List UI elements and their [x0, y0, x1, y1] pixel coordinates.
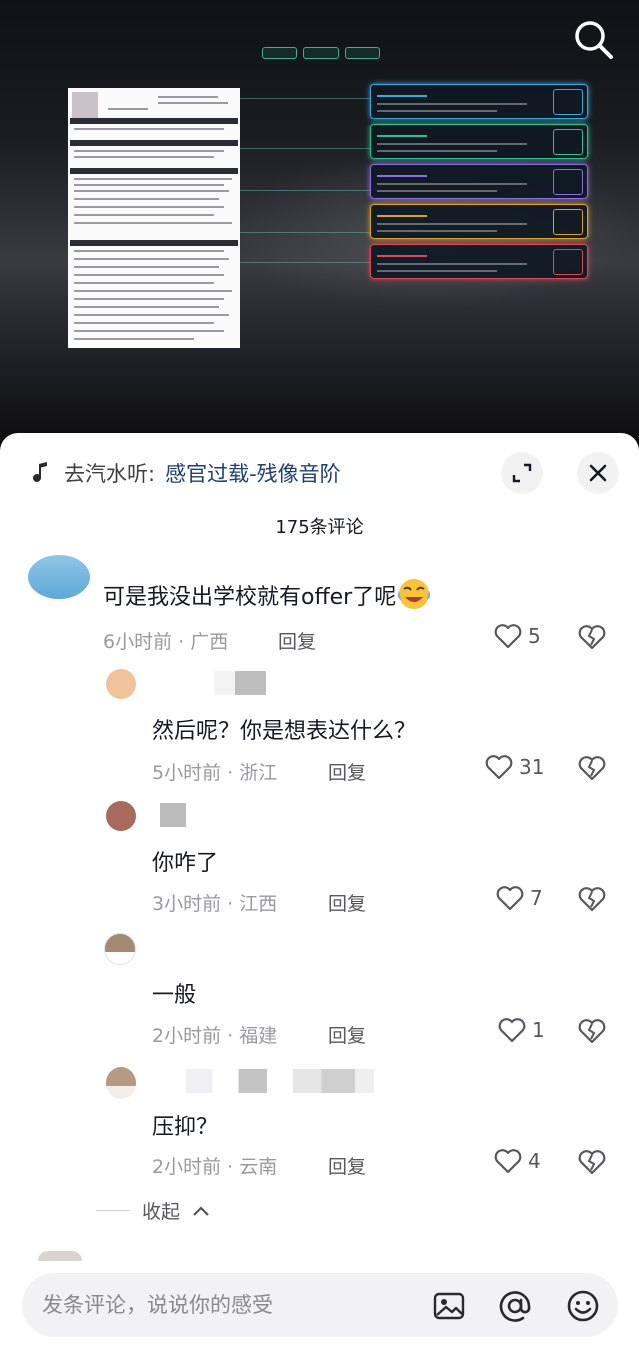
username-blurred[interactable] — [160, 803, 186, 827]
music-song-title[interactable]: 感官过载-残像音阶 — [165, 458, 341, 488]
reply-button[interactable]: 回复 — [328, 1152, 366, 1179]
reply-button[interactable]: 回复 — [328, 1021, 366, 1048]
avatar[interactable] — [28, 555, 90, 599]
heart-icon — [494, 1149, 522, 1174]
like-count: 7 — [530, 886, 543, 910]
reply-button[interactable]: 回复 — [278, 627, 316, 654]
username-blurred[interactable] — [214, 671, 266, 695]
avatar[interactable] — [106, 801, 136, 831]
avatar[interactable] — [38, 1251, 82, 1261]
heart-icon — [494, 624, 522, 649]
comment-text: 可是我没出学校就有offer了呢 — [103, 577, 432, 611]
broken-heart-icon[interactable] — [578, 623, 606, 651]
analysis-card — [370, 204, 588, 239]
analysis-card — [370, 124, 588, 159]
like-count: 4 — [528, 1149, 541, 1173]
like-button[interactable]: 5 — [494, 623, 541, 649]
chevron-up-icon — [193, 1205, 209, 1216]
reply-button[interactable]: 回复 — [328, 889, 366, 916]
mention-icon[interactable] — [498, 1289, 532, 1323]
heart-icon — [496, 886, 524, 911]
avatar[interactable] — [104, 933, 136, 965]
search-icon[interactable] — [570, 16, 616, 62]
heart-icon — [498, 1018, 526, 1043]
analysis-card — [370, 84, 588, 119]
comment-meta: 2小时前 · 福建 — [152, 1025, 278, 1047]
comment-text: 你咋了 — [152, 851, 219, 876]
broken-heart-icon[interactable] — [578, 754, 606, 782]
expand-icon — [512, 463, 532, 483]
like-button[interactable]: 1 — [498, 1017, 545, 1043]
comment-panel: 去汽水听: 感官过载-残像音阶 175条评论 可是我没出学校就有offer了呢 … — [0, 433, 639, 1353]
like-count: 31 — [519, 755, 545, 779]
video-player[interactable] — [0, 0, 639, 450]
avatar[interactable] — [106, 669, 136, 699]
close-icon — [589, 464, 607, 482]
divider — [96, 1210, 130, 1211]
comment-meta: 5小时前 · 浙江 — [152, 762, 278, 784]
music-link[interactable]: 去汽水听: 感官过载-残像音阶 — [30, 459, 341, 487]
username-blurred[interactable] — [186, 1069, 374, 1093]
music-note-icon — [33, 462, 47, 482]
comment-text: 压抑？ — [152, 1115, 219, 1140]
emoji-icon[interactable] — [566, 1289, 600, 1323]
comment-text: 一般 — [152, 983, 197, 1008]
comment-meta: 3小时前 · 江西 — [152, 893, 278, 915]
crying-laughing-emoji-icon — [398, 579, 431, 609]
comment-text: 然后呢？你是想表达什么？ — [152, 719, 417, 744]
resume-thumbnail — [68, 88, 240, 348]
video-toolbar-graphic — [262, 47, 380, 59]
analysis-card — [370, 164, 588, 199]
collapse-label: 收起 — [142, 1201, 181, 1223]
expand-button[interactable] — [501, 452, 543, 494]
reply-button[interactable]: 回复 — [328, 758, 366, 785]
comment-input[interactable] — [42, 1287, 402, 1323]
heart-icon — [485, 755, 513, 780]
image-icon[interactable] — [432, 1289, 466, 1323]
music-prefix: 去汽水听: — [64, 462, 156, 486]
comment-input-bar — [22, 1273, 618, 1337]
like-button[interactable]: 4 — [494, 1148, 541, 1174]
collapse-replies-button[interactable]: 收起 — [96, 1197, 210, 1224]
like-button[interactable]: 7 — [496, 885, 543, 911]
like-count: 5 — [528, 624, 541, 648]
analysis-card — [370, 244, 588, 279]
like-button[interactable]: 31 — [485, 754, 544, 780]
broken-heart-icon[interactable] — [578, 1017, 606, 1045]
avatar[interactable] — [106, 1067, 136, 1099]
comment-meta: 6小时前 · 广西 — [103, 631, 229, 653]
comment-meta: 2小时前 · 云南 — [152, 1156, 278, 1178]
broken-heart-icon[interactable] — [578, 1148, 606, 1176]
broken-heart-icon[interactable] — [578, 885, 606, 913]
close-button[interactable] — [577, 452, 619, 494]
comment-count: 175条评论 — [275, 517, 364, 538]
like-count: 1 — [532, 1018, 545, 1042]
